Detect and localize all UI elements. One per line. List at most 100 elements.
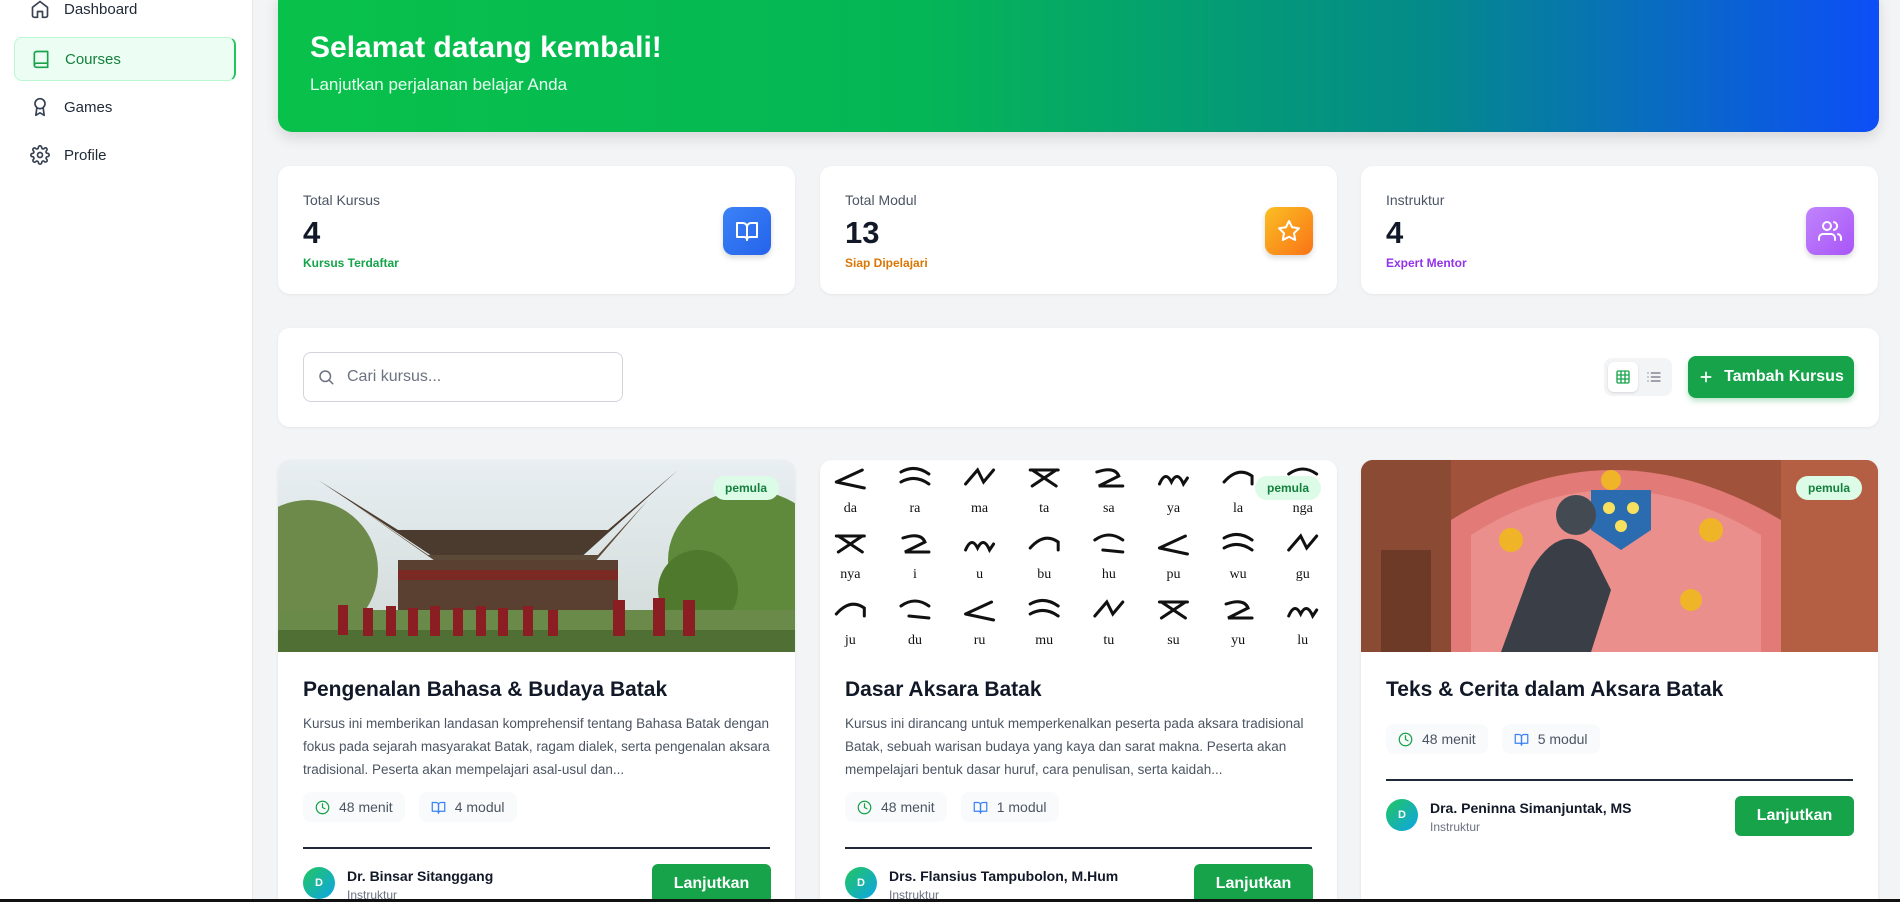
search-input[interactable] [347,368,597,386]
welcome-subtitle: Lanjutkan perjalanan belajar Anda [310,75,568,94]
course-card[interactable]: da ra ma ta sa ya la nga nya i u bu hu pu wu gu ju du ru mu… [820,460,1337,902]
stat-card-total-modul: Total Modul 13 Siap Dipelajari [820,166,1337,294]
clock-icon [857,800,872,814]
aksara-syllable-label: su [1167,633,1179,648]
continue-button[interactable]: Lanjutkan [1194,864,1313,902]
modules-chip: 1 modul [960,792,1059,822]
aksara-syllable-label: ma [971,501,989,516]
clock-icon [1398,732,1413,746]
stat-note: Kursus Terdaftar [303,256,399,270]
gear-icon [30,145,50,165]
duration-chip: 48 menit [1386,724,1488,754]
sidebar-item-profile[interactable]: Profile [14,133,236,177]
aksara-glyph [1287,533,1319,552]
aksara-glyph [901,534,931,554]
welcome-title: Selamat datang kembali! [310,31,662,64]
level-badge: pemula [1254,476,1321,500]
duration-text: 48 menit [1422,731,1476,747]
sidebar-item-label: Courses [65,50,121,68]
aksara-syllable-label: tu [1103,633,1114,648]
book-open-icon [723,207,771,255]
sidebar: Dashboard Courses Games Profile [0,0,253,902]
course-meta: 48 menit 5 modul [1386,724,1614,754]
instructor-name: Dra. Peninna Simanjuntak, MS [1430,800,1632,816]
add-course-button[interactable]: Tambah Kursus [1688,356,1854,398]
continue-button[interactable]: Lanjutkan [652,864,771,902]
sidebar-item-label: Games [64,98,113,116]
book-icon [33,50,49,69]
aksara-syllable-label: lu [1297,633,1308,648]
book-open-icon [973,801,988,814]
grid-icon [1616,370,1630,384]
list-view-button[interactable] [1639,362,1669,392]
search-box[interactable] [303,352,623,402]
aksara-glyph [899,467,931,486]
course-image-statue: pemula [1361,460,1878,652]
level-badge: pemula [712,476,779,500]
aksara-syllable-label: yu [1231,633,1245,648]
sidebar-item-games[interactable]: Games [14,85,236,129]
course-description: Kursus ini memberikan landasan komprehen… [303,716,770,777]
course-title: Dasar Aksara Batak [845,678,1042,701]
aksara-syllable-label: i [913,567,917,582]
modules-chip: 4 modul [418,792,517,822]
stat-value: 13 [845,215,880,250]
aksara-glyph [1157,534,1189,556]
aksara-glyph [1028,599,1060,618]
aksara-syllable-label: hu [1102,567,1116,582]
level-badge: pemula [1795,476,1862,500]
course-card[interactable]: pemula Teks & Cerita dalam Aksara Batak … [1361,460,1878,902]
award-icon [34,97,46,117]
sidebar-item-label: Dashboard [64,0,138,18]
aksara-syllable-label: da [844,501,858,516]
stat-note: Expert Mentor [1386,256,1467,270]
course-description: Kursus ini dirancang untuk memperkenalka… [845,716,1304,777]
course-title: Pengenalan Bahasa & Budaya Batak [303,678,668,701]
aksara-syllable-label: nga [1293,501,1314,516]
aksara-glyph [1093,533,1125,554]
aksara-glyph [834,602,866,618]
clock-icon [315,800,330,814]
avatar: D [845,867,877,899]
sidebar-item-courses[interactable]: Courses [14,37,236,81]
grid-view-button[interactable] [1608,362,1638,392]
continue-button[interactable]: Lanjutkan [1735,796,1854,836]
aksara-syllable-label: mu [1035,633,1053,648]
aksara-syllable-label: du [908,633,922,648]
aksara-glyph [1222,533,1254,552]
aksara-syllable-label: ta [1039,501,1050,516]
aksara-glyph [1287,607,1319,620]
stat-label: Total Modul [845,192,917,208]
sidebar-item-dashboard[interactable]: Dashboard [14,0,236,31]
sidebar-item-label: Profile [64,146,107,164]
stat-value: 4 [303,215,321,250]
aksara-syllable-label: ju [844,633,856,648]
aksara-syllable-label: nya [840,567,861,582]
star-icon [1265,207,1313,255]
instructor-role: Instruktur [1430,820,1481,834]
divider [303,847,770,849]
aksara-syllable-label: gu [1296,567,1310,582]
aksara-syllable-label: u [976,567,983,582]
instructor-name: Dr. Binsar Sitanggang [347,868,494,884]
course-card[interactable]: pemula Pengenalan Bahasa & Budaya Batak … [278,460,795,902]
stat-label: Instruktur [1386,192,1445,208]
welcome-banner: Selamat datang kembali! Lanjutkan perjal… [278,0,1879,132]
aksara-glyph [834,468,866,490]
divider [845,847,1312,849]
aksara-syllable-label: la [1233,501,1244,516]
aksara-syllable-label: bu [1037,567,1051,582]
list-icon [1647,372,1661,382]
stat-card-instruktur: Instruktur 4 Expert Mentor [1361,166,1878,294]
aksara-syllable-label: ra [909,501,921,516]
aksara-syllable-label: pu [1166,567,1180,582]
aksara-syllable-label: ru [974,633,986,648]
users-icon [1806,207,1854,255]
home-icon [31,0,49,19]
avatar: D [303,867,335,899]
course-title: Teks & Cerita dalam Aksara Batak [1386,678,1724,701]
aksara-glyph [1222,470,1254,486]
course-meta: 48 menit 4 modul [303,792,531,822]
aksara-syllable-label: wu [1230,567,1247,582]
duration-chip: 48 menit [845,792,947,822]
